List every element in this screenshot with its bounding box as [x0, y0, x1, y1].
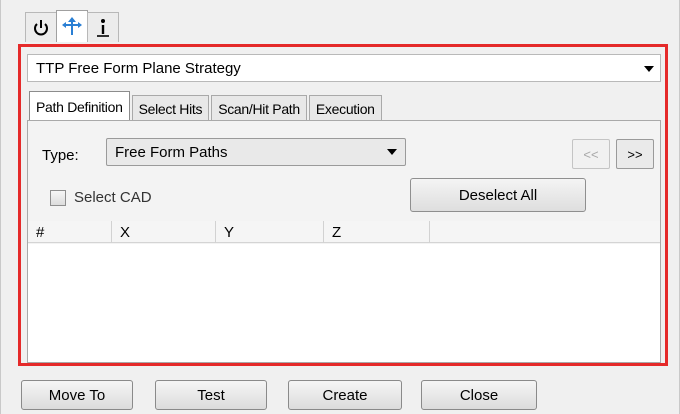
tab-execution[interactable]: Execution	[308, 95, 382, 121]
tab-scan-hit-path[interactable]: Scan/Hit Path	[211, 95, 307, 121]
type-dropdown[interactable]: Free Form Paths	[106, 138, 406, 166]
move-arrows-icon	[62, 16, 82, 35]
column-header-index[interactable]: #	[28, 221, 112, 243]
strategy-dialog: TTP Free Form Plane Strategy Path Defini…	[0, 0, 680, 414]
path-definition-pane: Type: Free Form Paths << >> Select CAD D…	[27, 120, 661, 363]
test-button[interactable]: Test	[155, 380, 267, 410]
strategy-value: TTP Free Form Plane Strategy	[36, 59, 241, 77]
dropdown-arrow-icon	[387, 149, 397, 155]
tab-move[interactable]	[56, 10, 88, 42]
type-value: Free Form Paths	[115, 143, 228, 161]
column-header-y[interactable]: Y	[216, 221, 324, 243]
close-button[interactable]: Close	[421, 380, 537, 410]
type-label: Type:	[42, 147, 79, 164]
tab-select-hits[interactable]: Select Hits	[131, 95, 210, 121]
tab-info[interactable]	[87, 12, 119, 42]
tab-power[interactable]	[25, 12, 57, 42]
deselect-all-button[interactable]: Deselect All	[410, 178, 586, 212]
select-cad-label: Select CAD	[74, 189, 152, 206]
power-icon	[34, 19, 48, 35]
next-button[interactable]: >>	[616, 139, 654, 169]
strategy-panel: TTP Free Form Plane Strategy Path Defini…	[18, 44, 668, 366]
strategy-dropdown[interactable]: TTP Free Form Plane Strategy	[27, 54, 661, 82]
icon-tab-strip	[25, 10, 119, 42]
tab-path-definition[interactable]: Path Definition	[29, 91, 130, 121]
points-grid-body[interactable]	[28, 244, 660, 362]
move-to-button[interactable]: Move To	[21, 380, 133, 410]
create-button[interactable]: Create	[288, 380, 402, 410]
previous-button[interactable]: <<	[572, 139, 610, 169]
select-cad-checkbox[interactable]	[50, 189, 66, 206]
select-cad-option[interactable]: Select CAD	[50, 189, 152, 206]
points-grid-header: # X Y Z	[28, 221, 660, 243]
dropdown-arrow-icon	[644, 66, 654, 72]
column-header-x[interactable]: X	[112, 221, 216, 243]
info-icon	[97, 18, 109, 37]
column-header-z[interactable]: Z	[324, 221, 430, 243]
strategy-tabs: Path Definition Select Hits Scan/Hit Pat…	[29, 91, 384, 121]
